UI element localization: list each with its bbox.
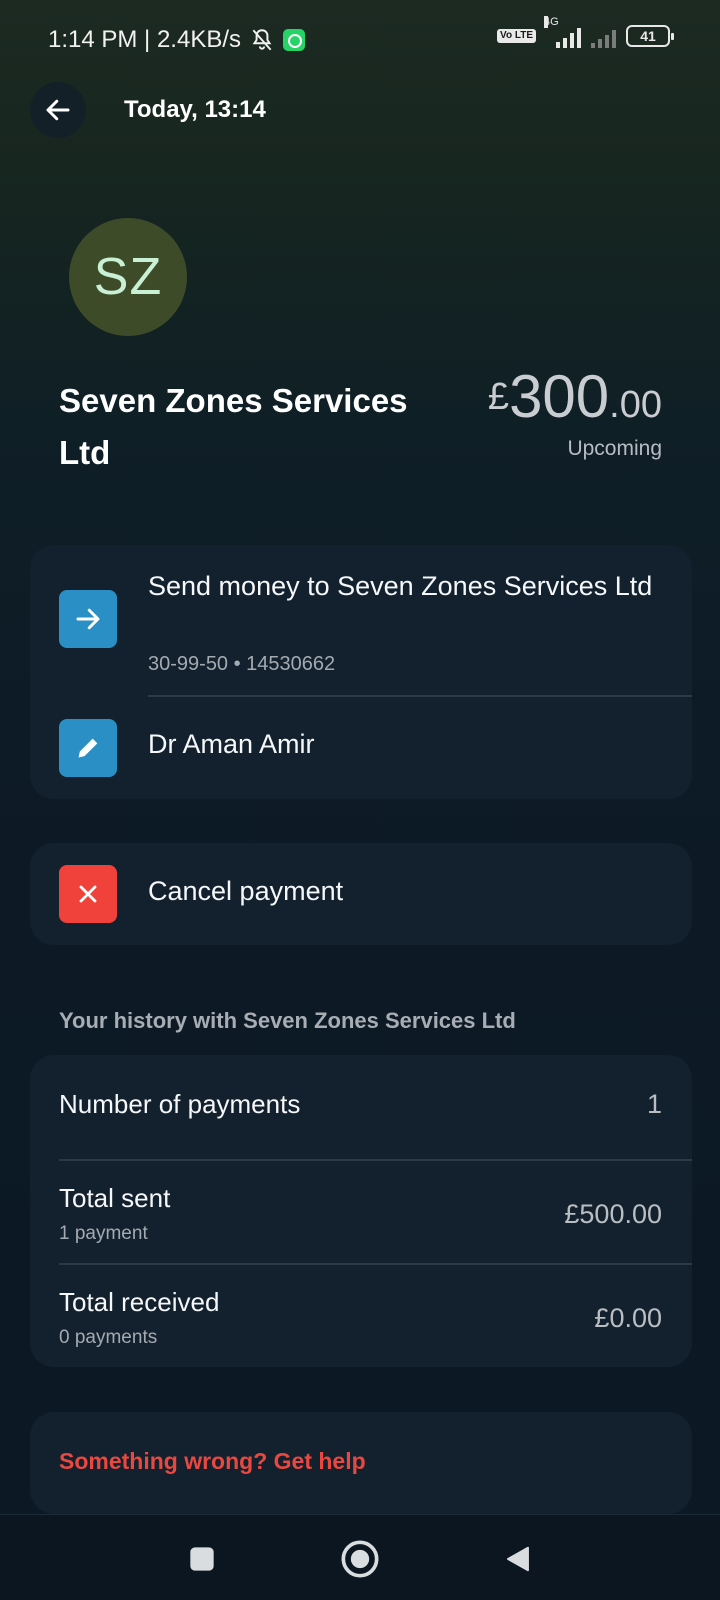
amount-whole: 300 [509, 363, 610, 430]
amount-decimal: .00 [609, 384, 662, 426]
get-help-link[interactable]: Something wrong? Get help [59, 1448, 366, 1475]
circle-icon [341, 1540, 379, 1578]
history-row-payments: Number of payments 1 [30, 1055, 692, 1159]
send-money-title[interactable]: Send money to Seven Zones Services Ltd [148, 565, 668, 608]
volte-icon: Vo LTE [497, 29, 536, 43]
payment-details-card: Send money to Seven Zones Services Ltd 3… [30, 545, 692, 799]
status-left: 1:14 PM | 2.4KB/s [48, 26, 305, 54]
signal-4g-icon: 4G [544, 16, 581, 48]
history-row-received: Total received 0 payments £0.00 [30, 1263, 692, 1367]
history-sublabel: 0 payments [59, 1327, 158, 1348]
cancel-payment-label: Cancel payment [148, 876, 344, 906]
back-button[interactable] [30, 82, 86, 138]
system-nav-bar [0, 1514, 720, 1600]
whatsapp-icon [283, 29, 305, 51]
amount-currency: £ [487, 376, 510, 418]
payment-amount: £300.00 [488, 362, 662, 431]
payment-reference[interactable]: Dr Aman Amir [148, 729, 315, 760]
send-money-icon-box [59, 590, 117, 648]
pencil-icon [78, 738, 98, 758]
payment-status: Upcoming [567, 437, 662, 460]
history-card: Number of payments 1 Total sent 1 paymen… [30, 1055, 692, 1367]
avatar: SZ [69, 218, 187, 336]
arrow-left-icon [46, 99, 70, 121]
avatar-initials: SZ [93, 248, 163, 306]
network-type-label: 4G [544, 16, 559, 28]
status-bar: 1:14 PM | 2.4KB/s Vo LTE 4G 41 [0, 0, 720, 80]
cancel-icon-box [59, 865, 117, 923]
history-label: Total sent [59, 1183, 171, 1213]
history-label: Total received [59, 1287, 220, 1317]
arrow-right-icon [76, 608, 100, 630]
bell-off-icon [252, 29, 272, 51]
history-value: 1 [646, 1089, 662, 1119]
status-right: Vo LTE 4G 41 [497, 16, 674, 48]
divider [148, 695, 692, 697]
battery-level: 41 [640, 28, 656, 44]
account-details: 30-99-50 • 14530662 [148, 653, 336, 675]
nav-back-button[interactable] [496, 1537, 540, 1581]
edit-reference-icon-box[interactable] [59, 719, 117, 777]
signal-sim2-icon [591, 24, 616, 48]
help-card: Something wrong? Get help [30, 1412, 692, 1514]
close-icon [79, 885, 97, 903]
cancel-payment-button[interactable]: Cancel payment [30, 843, 692, 945]
history-value: £500.00 [564, 1199, 662, 1229]
history-value: £0.00 [594, 1303, 662, 1333]
triangle-back-icon [507, 1546, 529, 1572]
history-sublabel: 1 payment [59, 1223, 148, 1244]
square-icon [190, 1547, 214, 1571]
recents-button[interactable] [180, 1537, 224, 1581]
page-title: Today, 13:14 [124, 96, 266, 123]
battery-icon: 41 [626, 25, 674, 47]
history-row-sent: Total sent 1 payment £500.00 [30, 1159, 692, 1263]
home-button[interactable] [338, 1537, 382, 1581]
history-title: Your history with Seven Zones Services L… [59, 1008, 516, 1033]
merchant-name: Seven Zones Services Ltd [59, 382, 408, 471]
status-time-speed: 1:14 PM | 2.4KB/s [48, 26, 241, 53]
history-label: Number of payments [59, 1089, 301, 1119]
